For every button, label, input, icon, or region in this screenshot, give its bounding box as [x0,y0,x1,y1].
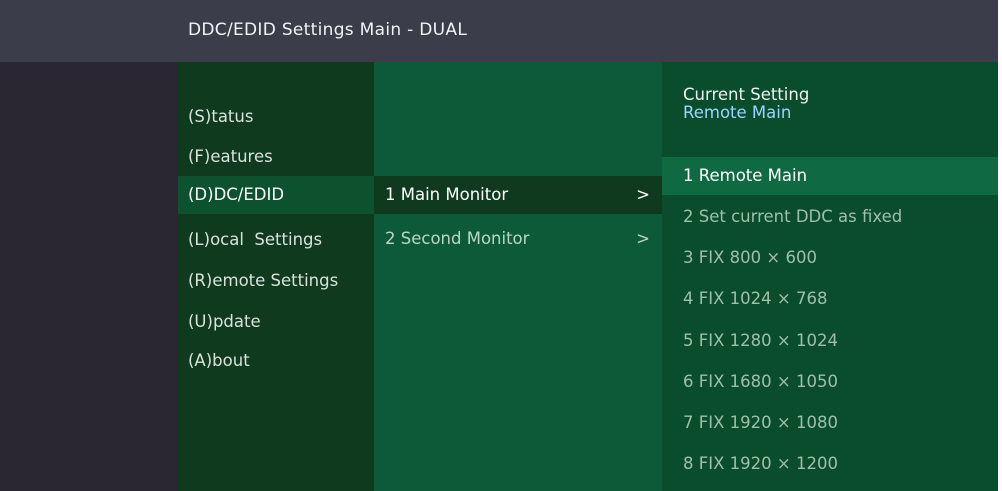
menu-item-about[interactable]: (A)bout [178,342,374,380]
option-fix-1920x1080[interactable]: 7 FIX 1920 × 1080 [662,404,998,442]
menu-item-remote-settings[interactable]: (R)emote Settings [178,262,374,300]
chevron-right-icon: > [636,185,650,204]
window-title: DDC/EDID Settings Main - DUAL [188,20,468,40]
title-bar: DDC/EDID Settings Main - DUAL [0,0,1002,62]
menu-item-label: (D)DC/EDID [188,185,285,204]
menu-item-features[interactable]: (F)eatures [178,138,374,176]
option-label: 6 FIX 1680 × 1050 [683,372,838,391]
menu-item-label: (R)emote Settings [188,271,339,290]
menu-item-label: (S)tatus [188,107,254,126]
right-border [998,0,1002,491]
left-margin [0,62,178,491]
option-set-current-ddc-fixed[interactable]: 2 Set current DDC as fixed [662,198,998,236]
option-fix-1024x768[interactable]: 4 FIX 1024 × 768 [662,280,998,318]
submenu-item-label: 1 Main Monitor [385,185,509,204]
menu-item-label: (F)eatures [188,147,273,166]
submenu-item-label: 2 Second Monitor [385,229,530,248]
menu-item-label: (U)pdate [188,312,261,331]
option-fix-1280x1024[interactable]: 5 FIX 1280 × 1024 [662,322,998,360]
option-remote-main[interactable]: 1 Remote Main [662,157,998,195]
current-setting-label: Current Setting [683,85,810,104]
option-fix-1920x1200[interactable]: 8 FIX 1920 × 1200 [662,445,998,483]
menu-item-label: (L)ocal Settings [188,230,323,249]
submenu-item-second-monitor[interactable]: 2 Second Monitor > [374,220,662,258]
main-menu: (S)tatus (F)eatures (D)DC/EDID (L)ocal S… [178,62,374,491]
option-label: 4 FIX 1024 × 768 [683,289,828,308]
option-fix-1680x1050[interactable]: 6 FIX 1680 × 1050 [662,363,998,401]
osd-window: DDC/EDID Settings Main - DUAL (S)tatus (… [0,0,1002,491]
option-label: 3 FIX 800 × 600 [683,248,817,267]
menu-item-local-settings[interactable]: (L)ocal Settings [178,221,374,259]
current-setting-value: Remote Main [683,103,792,122]
ddc-options-panel: Current Setting Remote Main 1 Remote Mai… [662,62,1002,491]
option-label: 8 FIX 1920 × 1200 [683,454,838,473]
option-label: 2 Set current DDC as fixed [683,207,903,226]
menu-item-update[interactable]: (U)pdate [178,303,374,341]
chevron-right-icon: > [636,229,650,248]
submenu-item-main-monitor[interactable]: 1 Main Monitor > [374,176,662,214]
option-label: 7 FIX 1920 × 1080 [683,413,838,432]
option-label: 5 FIX 1280 × 1024 [683,331,838,350]
menu-item-status[interactable]: (S)tatus [178,98,374,136]
ddc-submenu: 1 Main Monitor > 2 Second Monitor > [374,62,662,491]
option-fix-800x600[interactable]: 3 FIX 800 × 600 [662,239,998,277]
menu-item-ddc-edid[interactable]: (D)DC/EDID [178,176,374,214]
menu-item-label: (A)bout [188,351,250,370]
option-label: 1 Remote Main [683,166,808,185]
